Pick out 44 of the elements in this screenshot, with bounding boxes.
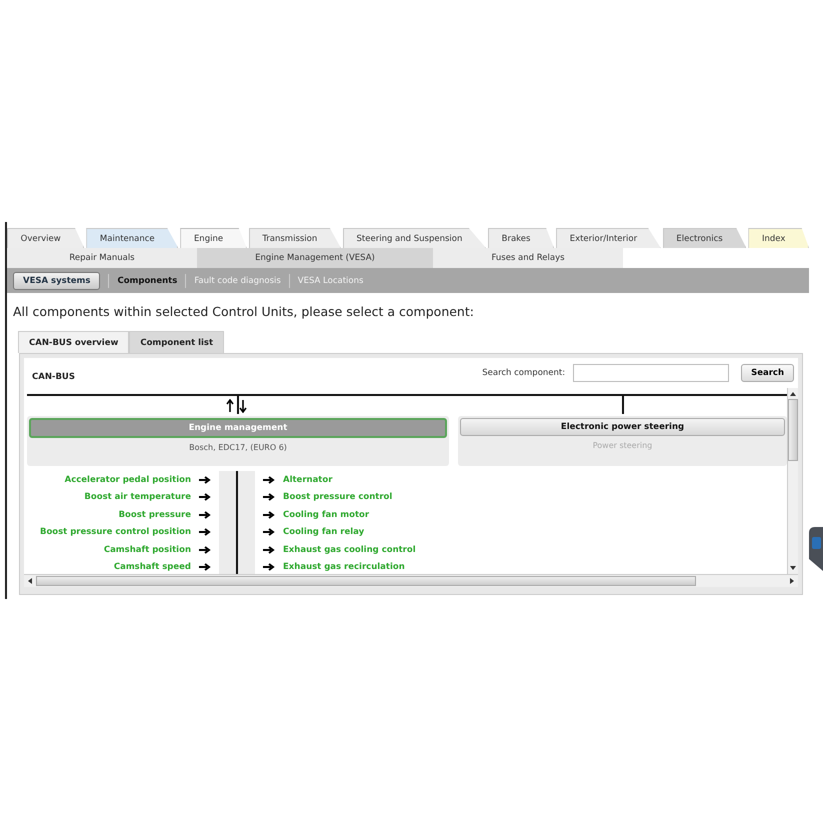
- search-label: Search component:: [482, 368, 566, 378]
- toolbar-link[interactable]: Components: [117, 276, 178, 286]
- arrow-icon: [199, 563, 211, 572]
- section-tab[interactable]: Exterior/Interior: [556, 228, 661, 248]
- arrow-icon: [263, 510, 275, 519]
- up-down-arrows-icon: [226, 399, 248, 413]
- panel-title: CAN-BUS: [32, 371, 76, 382]
- horizontal-scrollbar[interactable]: [24, 574, 798, 587]
- section-tab[interactable]: Index: [748, 228, 809, 248]
- right-arrow-icon[interactable]: [789, 577, 795, 585]
- section-tab[interactable]: Maintenance: [86, 228, 178, 248]
- view-tab[interactable]: CAN-BUS overview: [18, 331, 130, 353]
- arrow-icon: [199, 476, 211, 484]
- arrow-icon: [263, 546, 275, 554]
- left-arrow-icon[interactable]: [27, 577, 33, 585]
- search-field[interactable]: [573, 364, 730, 382]
- section-tab[interactable]: Transmission: [248, 228, 341, 248]
- view-tab[interactable]: Component list: [129, 331, 224, 353]
- control-unit-detail: Power steering: [592, 440, 654, 450]
- sub-tab[interactable]: Repair Manuals: [7, 248, 197, 268]
- arrow-icon: [263, 563, 275, 572]
- arrow-icon: [263, 476, 275, 484]
- down-arrow-icon[interactable]: [789, 565, 797, 571]
- sub-tab[interactable]: Engine Management (VESA): [197, 248, 433, 268]
- vesa-systems-button[interactable]: VESA systems: [13, 272, 100, 290]
- section-tab[interactable]: Overview: [7, 228, 84, 248]
- section-tab[interactable]: Steering and Suspension: [342, 228, 486, 248]
- arrow-icon: [263, 493, 275, 502]
- sub-tab[interactable]: Fuses and Relays: [433, 248, 623, 268]
- arrow-icon: [199, 528, 211, 536]
- search-button[interactable]: Search: [741, 364, 794, 382]
- section-tab[interactable]: Engine: [180, 228, 247, 248]
- arrow-icon: [199, 546, 211, 554]
- page-heading: All components within selected Control Units, please select a component:: [12, 303, 475, 321]
- remote-support-icon[interactable]: [809, 527, 823, 571]
- section-tab[interactable]: Electronics: [662, 228, 746, 248]
- section-tab[interactable]: Brakes: [488, 228, 554, 248]
- arrow-icon: [199, 493, 211, 502]
- control-unit-button[interactable]: Electronic power steering: [460, 418, 785, 436]
- up-arrow-icon[interactable]: [789, 391, 797, 397]
- control-unit-detail: Bosch, EDC17, (EURO 6): [188, 442, 288, 452]
- arrow-icon: [263, 528, 275, 536]
- arrow-icon: [199, 510, 211, 519]
- vertical-scrollbar[interactable]: [787, 388, 798, 574]
